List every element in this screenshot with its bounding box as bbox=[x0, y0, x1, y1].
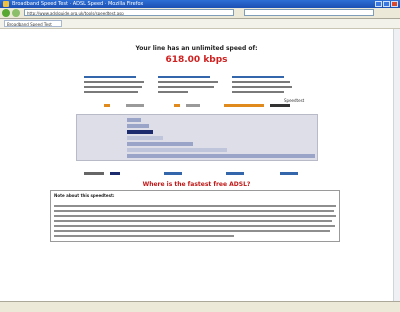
chart-bar bbox=[127, 118, 141, 122]
window-titlebar: Broadband Speed Test · ADSL Speed · Mozi… bbox=[0, 0, 400, 8]
signature: Speedtest bbox=[284, 98, 305, 103]
chart-legend bbox=[84, 172, 304, 176]
summary-text bbox=[126, 104, 144, 107]
note-title: Note about this speedtest: bbox=[54, 193, 115, 198]
window-title: Broadband Speed Test · ADSL Speed · Mozi… bbox=[12, 1, 144, 7]
note-line bbox=[54, 205, 336, 207]
tab-strip: Broadband Speed Test bbox=[0, 19, 400, 29]
chart-row-highlight bbox=[79, 129, 315, 134]
page-content bbox=[0, 29, 400, 301]
legend-link[interactable] bbox=[226, 172, 244, 175]
chart-bar bbox=[127, 148, 227, 152]
info-link[interactable] bbox=[84, 76, 136, 78]
status-bar bbox=[0, 301, 400, 312]
info-line bbox=[84, 91, 138, 93]
info-column-1 bbox=[84, 76, 146, 96]
legend-link[interactable] bbox=[164, 172, 182, 175]
tab-speedtest[interactable]: Broadband Speed Test bbox=[4, 20, 62, 27]
chart-bar bbox=[127, 154, 315, 158]
note-line bbox=[54, 225, 335, 227]
summary-text bbox=[186, 104, 200, 107]
summary-marker bbox=[174, 104, 180, 107]
chart-bar bbox=[127, 130, 153, 134]
info-column-3 bbox=[232, 76, 294, 96]
navigation-toolbar: http://www.adslguide.org.uk/tools/speedt… bbox=[0, 8, 400, 19]
speed-value: 618.00 kbps bbox=[165, 55, 228, 65]
legend-link[interactable] bbox=[280, 172, 298, 175]
legend-label bbox=[84, 172, 104, 175]
info-line bbox=[158, 91, 188, 93]
note-line bbox=[54, 210, 334, 212]
summary-marker bbox=[104, 104, 110, 107]
chart-row bbox=[79, 147, 315, 152]
chart-row bbox=[79, 141, 315, 146]
forward-icon[interactable] bbox=[12, 9, 20, 17]
info-line bbox=[84, 81, 144, 83]
info-link[interactable] bbox=[158, 76, 210, 78]
info-line bbox=[232, 81, 290, 83]
info-line bbox=[232, 91, 284, 93]
chart-row bbox=[79, 117, 315, 122]
address-bar[interactable]: http://www.adslguide.org.uk/tools/speedt… bbox=[24, 9, 234, 16]
back-icon[interactable] bbox=[2, 9, 10, 17]
close-icon[interactable] bbox=[391, 1, 398, 7]
note-line bbox=[54, 220, 332, 222]
window-controls bbox=[375, 1, 398, 7]
minimize-icon[interactable] bbox=[375, 1, 382, 7]
result-summary-row bbox=[104, 104, 294, 108]
note-line bbox=[54, 235, 234, 237]
page-heading: Your line has an unlimited speed of: bbox=[135, 45, 258, 52]
info-line bbox=[232, 86, 292, 88]
vertical-scrollbar[interactable] bbox=[393, 29, 400, 301]
chart-bar bbox=[127, 142, 193, 146]
speed-comparison-chart bbox=[76, 114, 318, 161]
info-line bbox=[158, 86, 214, 88]
chart-bar bbox=[127, 124, 149, 128]
summary-text bbox=[270, 104, 290, 107]
chart-row bbox=[79, 135, 315, 140]
legend-swatch bbox=[110, 172, 120, 175]
note-line bbox=[54, 215, 336, 217]
note-line bbox=[54, 230, 330, 232]
chart-row bbox=[79, 123, 315, 128]
maximize-icon[interactable] bbox=[383, 1, 390, 7]
chart-bar bbox=[127, 136, 163, 140]
info-column-2 bbox=[158, 76, 220, 96]
promo-link[interactable]: Where is the fastest free ADSL? bbox=[0, 181, 393, 188]
info-line bbox=[84, 86, 142, 88]
note-box: Note about this speedtest: bbox=[50, 190, 340, 242]
info-line bbox=[158, 81, 218, 83]
chart-row bbox=[79, 153, 315, 158]
info-link[interactable] bbox=[232, 76, 284, 78]
summary-marker bbox=[224, 104, 264, 107]
firefox-icon bbox=[3, 1, 9, 7]
search-input[interactable] bbox=[244, 9, 374, 16]
